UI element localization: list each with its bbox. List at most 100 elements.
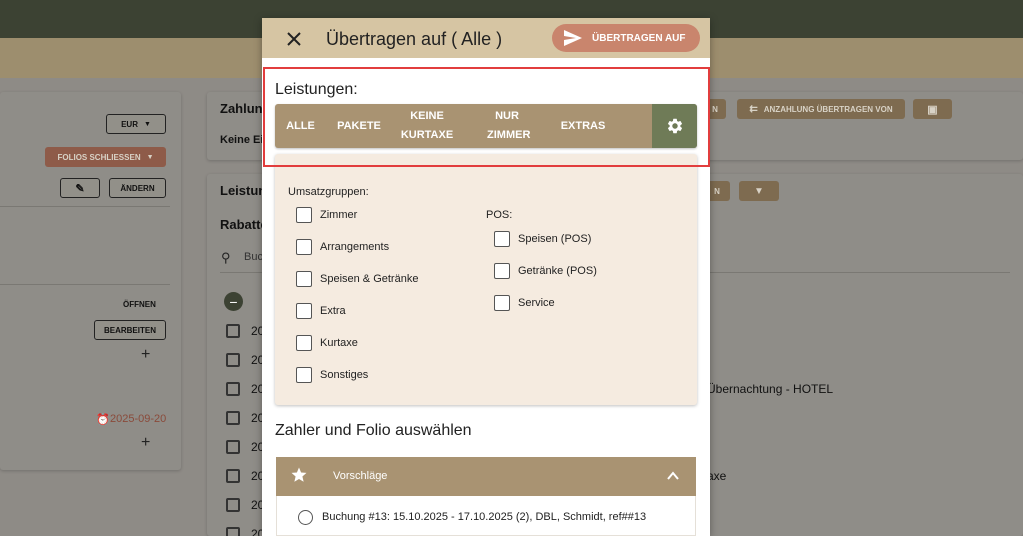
- suggestions-list: Buchung #13: 15.10.2025 - 17.10.2025 (2)…: [276, 496, 696, 536]
- filter-rooms-only-label: NUR ZIMMER: [487, 110, 531, 141]
- edit-button-label: BEARBEITEN: [103, 325, 156, 335]
- checkbox-label: Speisen (POS): [518, 233, 592, 245]
- checkbox[interactable]: [296, 207, 312, 223]
- checkbox[interactable]: [296, 367, 312, 383]
- dropdown-icon: ▼: [143, 120, 151, 128]
- checkbox-service[interactable]: Service: [494, 295, 555, 311]
- row-checkbox[interactable]: [226, 498, 240, 512]
- open-link[interactable]: ÖFFNEN: [123, 300, 156, 309]
- search-icon: ⚲: [221, 250, 231, 265]
- filter-button[interactable]: ▼: [739, 181, 779, 201]
- checkbox-label: Speisen & Getränke: [320, 273, 419, 285]
- close-button[interactable]: [282, 27, 306, 51]
- checkbox[interactable]: [494, 295, 510, 311]
- dialog-title: Übertragen auf ( Alle ): [326, 29, 503, 49]
- row-checkbox[interactable]: [226, 469, 240, 483]
- filter-no-tax-label: KEINE KURTAXE: [400, 110, 454, 141]
- reply-all-icon: ⇇: [749, 103, 758, 115]
- suggestion-label[interactable]: Buchung #13: 15.10.2025 - 17.10.2025 (2)…: [322, 511, 646, 523]
- deposit-transfer-button[interactable]: ⇇ ANZAHLUNG ÜBERTRAGEN VON: [737, 99, 905, 119]
- transfer-to-button[interactable]: ÜBERTRAGEN AUF: [552, 24, 700, 52]
- settings-button[interactable]: [652, 104, 697, 148]
- checkbox[interactable]: [296, 335, 312, 351]
- checkbox-arrangements[interactable]: Arrangements: [296, 239, 389, 255]
- divider: [0, 206, 170, 207]
- background-left-card: EUR ▼ FOLIOS SCHLIESSEN ▼ ✎ ÄNDERN ÖFFNE…: [0, 92, 181, 470]
- close-folios-button[interactable]: FOLIOS SCHLIESSEN ▼: [45, 147, 166, 167]
- currency-select[interactable]: EUR ▼: [106, 114, 166, 134]
- edit-button[interactable]: BEARBEITEN: [94, 320, 166, 340]
- change-button-label: ÄNDERN: [120, 183, 155, 193]
- suggestions-title: Vorschläge: [333, 470, 388, 482]
- deposit-transfer-label: ANZAHLUNG ÜBERTRAGEN VON: [763, 104, 893, 114]
- checkbox-zimmer[interactable]: Zimmer: [296, 207, 357, 223]
- suggestions-accordion-header[interactable]: Vorschläge: [276, 457, 696, 496]
- row-checkbox[interactable]: [226, 527, 240, 536]
- checkbox-label: Extra: [320, 305, 346, 317]
- payer-card-text: Keine Ei: [220, 134, 264, 146]
- services-card-title: Leistun: [220, 183, 267, 198]
- gear-icon: [667, 118, 682, 134]
- add-icon[interactable]: +: [141, 434, 150, 452]
- row-checkbox[interactable]: [226, 440, 240, 454]
- filter-packages-label: PAKETE: [337, 119, 381, 132]
- checkbox[interactable]: [494, 263, 510, 279]
- star-icon: [291, 467, 307, 482]
- services-label: Leistungen:: [275, 81, 358, 98]
- row-description: Übernachtung - HOTEL: [707, 382, 834, 396]
- checkbox[interactable]: [296, 303, 312, 319]
- send-icon: [564, 29, 582, 47]
- checkbox-label: Service: [518, 297, 555, 309]
- alarm-clock-icon: ⏰: [96, 414, 110, 426]
- payer-card-title: Zahlun: [220, 101, 263, 116]
- checkbox-speisen-pos[interactable]: Speisen (POS): [494, 231, 591, 247]
- add-icon[interactable]: +: [141, 346, 150, 364]
- checkbox-label: Kurtaxe: [320, 337, 358, 349]
- gift-icon: ▣: [927, 103, 938, 116]
- divider: [0, 284, 170, 285]
- checkbox-getraenke-pos[interactable]: Getränke (POS): [494, 263, 597, 279]
- service-filter-bar: ALLE PAKETE KEINE KURTAXE NUR ZIMMER EXT…: [275, 104, 697, 148]
- payer-section-title: Zahler und Folio auswählen: [275, 422, 472, 439]
- row-checkbox[interactable]: [226, 382, 240, 396]
- checkbox-speisen-getraenke[interactable]: Speisen & Getränke: [296, 271, 418, 287]
- transfer-to-button-label: ÜBERTRAGEN AUF: [592, 32, 686, 44]
- filter-all-label: ALLE: [286, 119, 315, 132]
- pencil-icon: ✎: [75, 182, 85, 195]
- checkbox-label: Arrangements: [320, 241, 390, 253]
- filter-rooms-only-button[interactable]: NUR ZIMMER: [462, 104, 552, 148]
- filter-extras-button[interactable]: EXTRAS: [552, 104, 614, 148]
- transfer-dialog: Übertragen auf ( Alle ) ÜBERTRAGEN AUF L…: [262, 18, 710, 536]
- gift-button[interactable]: ▣: [913, 99, 952, 119]
- filter-extras-label: EXTRAS: [560, 119, 606, 132]
- pencil-button[interactable]: ✎: [60, 178, 100, 198]
- revenue-groups-label: Umsatzgruppen:: [288, 186, 369, 198]
- checkbox[interactable]: [494, 231, 510, 247]
- rebates-title: Rabatte: [220, 217, 268, 232]
- close-folios-label: FOLIOS SCHLIESSEN: [57, 152, 141, 162]
- checkbox-label: Zimmer: [320, 209, 358, 221]
- revenue-groups-panel: Umsatzgruppen: Zimmer Arrangements Speis…: [275, 154, 697, 405]
- change-button[interactable]: ÄNDERN: [109, 178, 166, 198]
- filter-all-button[interactable]: ALLE: [275, 104, 326, 148]
- suggestion-radio[interactable]: [298, 510, 313, 525]
- filter-no-tax-button[interactable]: KEINE KURTAXE: [392, 104, 462, 148]
- filter-packages-button[interactable]: PAKETE: [326, 104, 392, 148]
- collapse-all-icon[interactable]: −: [224, 292, 243, 311]
- row-checkbox[interactable]: [226, 353, 240, 367]
- row-checkbox[interactable]: [226, 411, 240, 425]
- checkbox-extra[interactable]: Extra: [296, 303, 346, 319]
- close-icon: [287, 32, 301, 46]
- checkbox[interactable]: [296, 271, 312, 287]
- currency-select-label: EUR: [121, 119, 138, 129]
- checkbox-sonstiges[interactable]: Sonstiges: [296, 367, 368, 383]
- row-checkbox[interactable]: [226, 324, 240, 338]
- checkbox[interactable]: [296, 239, 312, 255]
- dialog-header: Übertragen auf ( Alle ) ÜBERTRAGEN AUF: [262, 18, 710, 58]
- partial-button-label: N: [712, 104, 718, 114]
- due-date: 2025-09-20: [110, 413, 167, 425]
- checkbox-label: Getränke (POS): [518, 265, 597, 277]
- chevron-up-icon: [667, 471, 679, 480]
- partial-button-label: N: [714, 186, 720, 196]
- checkbox-kurtaxe[interactable]: Kurtaxe: [296, 335, 358, 351]
